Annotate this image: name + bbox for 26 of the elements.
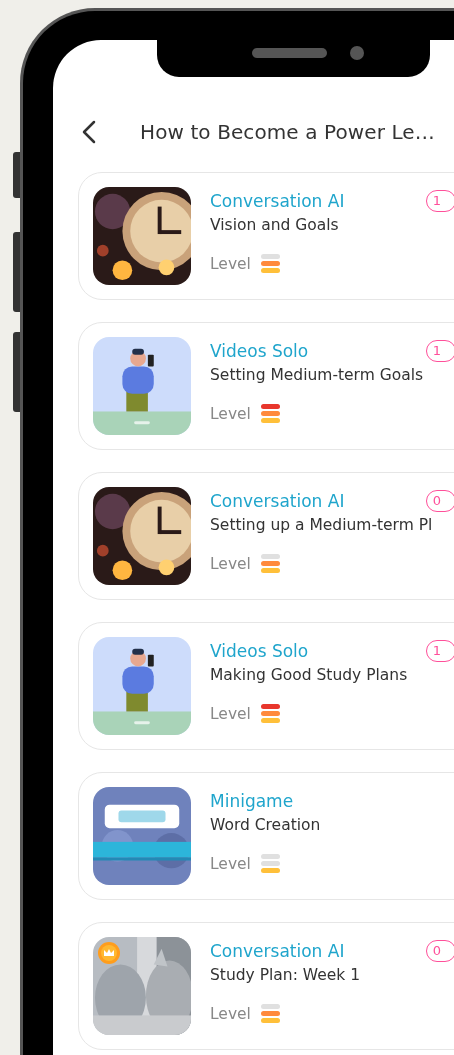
lesson-type: Conversation AI <box>210 191 345 211</box>
lesson-card[interactable]: Videos Solo 1 Making Good Study Plans Level <box>78 622 454 750</box>
level-label: Level <box>210 855 251 873</box>
lesson-card[interactable]: Conversation AI 0 Setting up a Medium-term Pl Level <box>78 472 454 600</box>
lesson-title: Study Plan: Week 1 <box>210 966 362 984</box>
back-icon[interactable] <box>81 120 97 144</box>
lesson-title: Setting Medium-term Goals <box>210 366 425 384</box>
lesson-type: Conversation AI <box>210 941 345 961</box>
level-label: Level <box>210 405 251 423</box>
lesson-title: Setting up a Medium-term Pl <box>210 516 434 534</box>
lesson-card[interactable]: Videos Solo 1 Setting Medium-term Goals Level <box>78 322 454 450</box>
lesson-type: Minigame <box>210 791 294 811</box>
lesson-type: Conversation AI <box>210 491 345 511</box>
lesson-type: Videos Solo <box>210 641 309 661</box>
lesson-title: Word Creation <box>210 816 322 834</box>
lesson-card[interactable]: Conversation AI 1 Vision and Goals Level <box>78 172 454 300</box>
page-title: How to Become a Power Le… <box>140 120 435 144</box>
lesson-card[interactable]: Conversation AI 0 Study Plan: Week 1 Level <box>78 922 454 1050</box>
level-label: Level <box>210 1005 251 1023</box>
level-label: Level <box>210 255 251 273</box>
lesson-card[interactable]: Minigame Word Creation Level <box>78 772 454 900</box>
lesson-title: Vision and Goals <box>210 216 340 234</box>
level-label: Level <box>210 705 251 723</box>
lesson-type: Videos Solo <box>210 341 309 361</box>
lesson-title: Making Good Study Plans <box>210 666 409 684</box>
level-label: Level <box>210 555 251 573</box>
